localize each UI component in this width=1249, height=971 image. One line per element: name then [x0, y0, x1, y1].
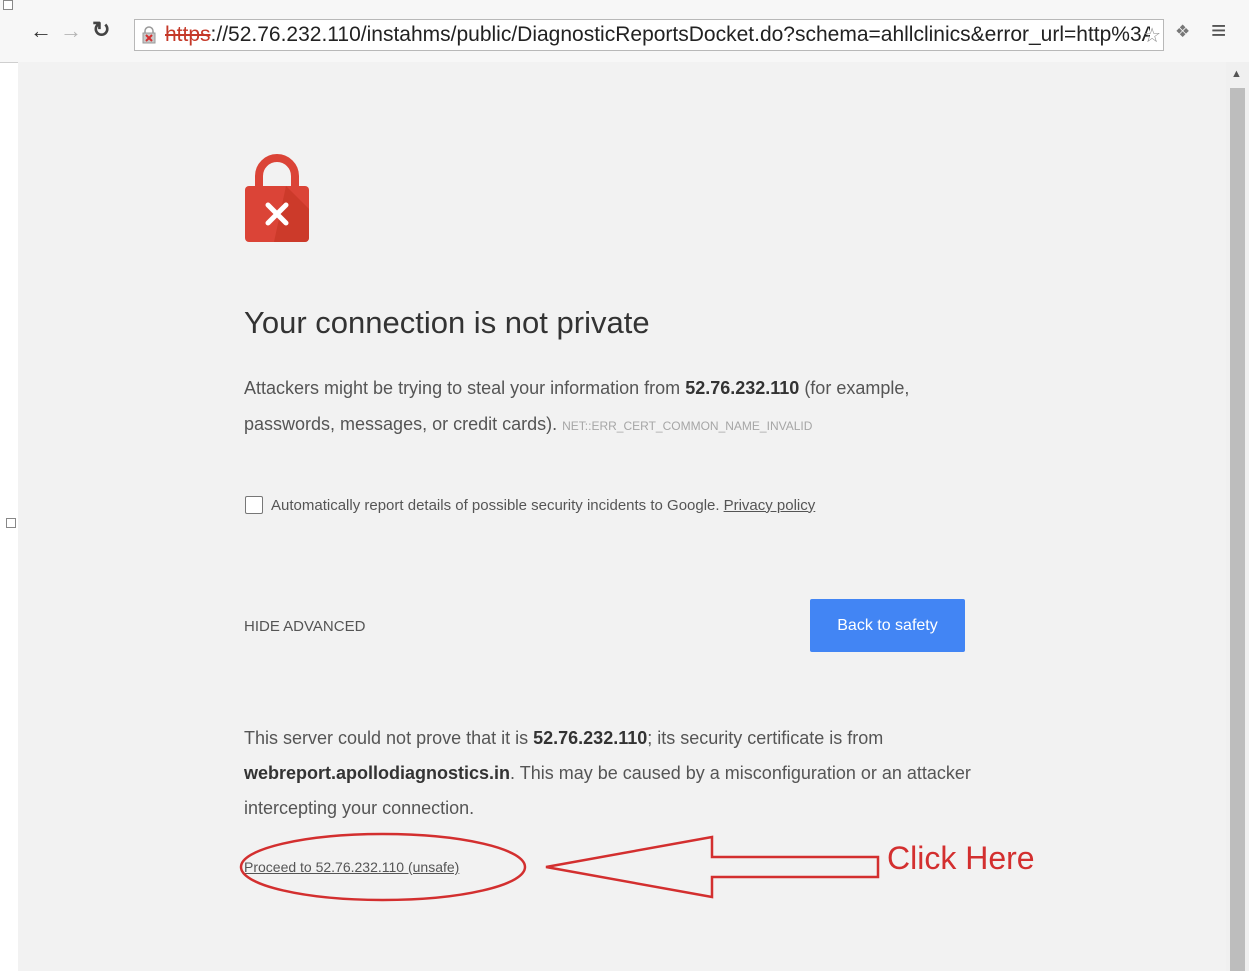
report-checkbox-label[interactable]: Automatically report details of possible… [271, 497, 720, 514]
broken-lock-icon[interactable] [141, 26, 157, 44]
url-text[interactable]: https://52.76.232.110/instahms/public/Di… [165, 23, 1150, 47]
browser-toolbar: ← → ↻ https://52.76.232.110/instahms/pub… [0, 0, 1249, 63]
back-arrow-icon[interactable]: ← [30, 20, 52, 42]
advanced-details: This server could not prove that it is 5… [244, 721, 984, 826]
window-handle [3, 0, 13, 10]
details-text-start: This server could not prove that it is [244, 728, 534, 748]
url-path: ://52.76.232.110/instahms/public/Diagnos… [210, 23, 1150, 46]
reload-icon[interactable]: ↻ [92, 19, 110, 41]
interstitial-page [18, 62, 1226, 971]
hide-advanced-link[interactable]: HIDE ADVANCED [244, 618, 365, 635]
scroll-up-arrow-icon[interactable]: ▲ [1231, 68, 1242, 80]
error-code: NET::ERR_CERT_COMMON_NAME_INVALID [562, 419, 813, 433]
report-checkbox[interactable] [245, 496, 263, 514]
desc-host: 52.76.232.110 [685, 378, 800, 398]
desc-text-start: Attackers might be trying to steal your … [244, 378, 686, 398]
window-handle [6, 518, 16, 528]
details-host: 52.76.232.110 [533, 728, 648, 748]
url-scheme: https [165, 23, 211, 46]
privacy-policy-link[interactable]: Privacy policy [724, 497, 816, 514]
page-title: Your connection is not private [244, 305, 650, 340]
hamburger-menu-icon[interactable]: ≡ [1211, 15, 1226, 46]
red-lock-icon [245, 154, 309, 242]
extension-icon[interactable]: ❖ [1175, 22, 1190, 42]
details-text-mid: ; its security certificate is from [647, 728, 884, 748]
scroll-thumb[interactable] [1230, 88, 1245, 971]
back-to-safety-button[interactable]: Back to safety [810, 599, 965, 652]
proceed-unsafe-link[interactable]: Proceed to 52.76.232.110 (unsafe) [244, 859, 459, 875]
address-bar[interactable]: https://52.76.232.110/instahms/public/Di… [134, 19, 1164, 51]
report-checkbox-row: Automatically report details of possible… [245, 496, 815, 514]
vertical-scrollbar[interactable]: ▲ [1226, 62, 1249, 971]
warning-description: Attackers might be trying to steal your … [244, 370, 964, 444]
click-here-annotation: Click Here [887, 840, 1035, 876]
details-cert-host: webreport.apollodiagnostics.in [244, 763, 511, 783]
forward-arrow-icon[interactable]: → [60, 20, 82, 42]
star-icon[interactable]: ☆ [1143, 23, 1161, 48]
